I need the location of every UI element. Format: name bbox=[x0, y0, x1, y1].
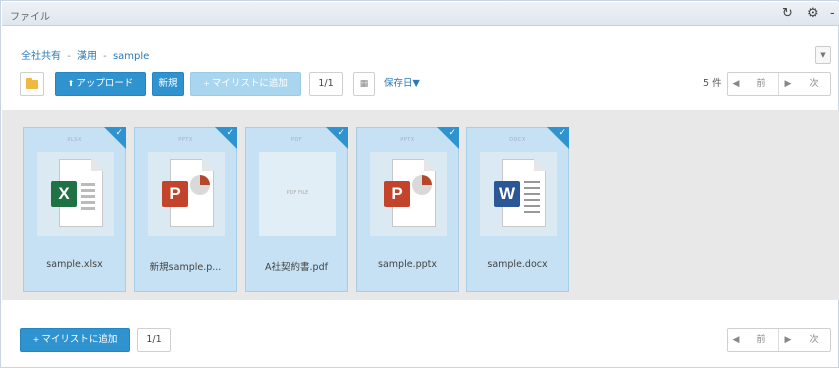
footer-pager: ◀ 前 ▶ 次 bbox=[727, 328, 831, 352]
file-thumbnail: P bbox=[148, 152, 225, 236]
file-tile-pptx[interactable]: ✓ PPTX P sample.pptx bbox=[356, 127, 459, 292]
excel-file-icon: X bbox=[51, 159, 103, 227]
file-extension: PPTX bbox=[400, 137, 415, 143]
footer-add-to-mylist-button[interactable]: + マイリストに追加 bbox=[20, 328, 130, 352]
file-tile-xlsx[interactable]: ✓ XLSX X sample.xlsx bbox=[23, 127, 126, 292]
word-file-icon: W bbox=[494, 159, 546, 227]
file-tile-docx[interactable]: ✓ DOCX W sample.docx bbox=[466, 127, 569, 292]
plus-icon: + bbox=[32, 335, 40, 344]
file-grid: ✓ XLSX X sample.xlsx ✓ PPTX P 新規sample.p… bbox=[2, 110, 839, 300]
grid-view-icon[interactable]: ▦ bbox=[353, 72, 375, 96]
folder-up-button[interactable] bbox=[20, 72, 44, 96]
top-pager: ◀ 前 ▶ 次 bbox=[727, 72, 831, 96]
file-name: sample.xlsx bbox=[46, 259, 103, 270]
file-name: sample.docx bbox=[487, 259, 548, 270]
file-thumbnail: W bbox=[480, 152, 557, 236]
next-arrow-icon[interactable]: ▶ bbox=[779, 329, 797, 351]
item-count: 5 件 bbox=[703, 78, 722, 89]
folder-icon bbox=[26, 78, 38, 89]
file-name: 新規sample.p... bbox=[149, 262, 222, 273]
prev-arrow-icon[interactable]: ◀ bbox=[728, 73, 744, 95]
powerpoint-badge: P bbox=[162, 181, 188, 207]
excel-badge: X bbox=[51, 181, 77, 207]
breadcrumb-separator: - bbox=[103, 51, 107, 62]
minimize-icon[interactable]: - bbox=[830, 6, 835, 22]
file-window: ファイル ↻ ⚙ - 全社共有 - 漢用 - sample ▼ ⬆ アップロード … bbox=[0, 0, 839, 368]
footer-page-indicator: 1/1 bbox=[137, 328, 171, 352]
breadcrumb-item-company-shared[interactable]: 全社共有 bbox=[21, 51, 61, 62]
file-thumbnail: X bbox=[37, 152, 114, 236]
powerpoint-badge: P bbox=[384, 181, 410, 207]
file-thumbnail: PDF FILE bbox=[259, 152, 336, 236]
file-name: A社契約書.pdf bbox=[265, 262, 328, 273]
title-bar: ファイル ↻ ⚙ - bbox=[2, 2, 839, 26]
plus-icon: + bbox=[203, 79, 210, 88]
powerpoint-file-icon: P bbox=[384, 159, 436, 227]
file-extension: DOCX bbox=[509, 137, 526, 143]
breadcrumb-item-folder[interactable]: 漢用 bbox=[77, 51, 97, 62]
next-button[interactable]: 次 bbox=[797, 73, 831, 95]
word-badge: W bbox=[494, 181, 520, 207]
upload-button[interactable]: ⬆ アップロード bbox=[55, 72, 146, 96]
next-button[interactable]: 次 bbox=[797, 329, 831, 351]
file-thumbnail: P bbox=[370, 152, 447, 236]
prev-button[interactable]: 前 bbox=[744, 73, 778, 95]
breadcrumb-separator: - bbox=[67, 51, 71, 62]
window-title: ファイル bbox=[10, 12, 50, 23]
pdf-thumb-text: PDF FILE bbox=[286, 190, 309, 196]
file-extension: XLSX bbox=[67, 137, 82, 143]
file-tile-pptx-new[interactable]: ✓ PPTX P 新規sample.p... bbox=[134, 127, 237, 292]
file-name: sample.pptx bbox=[378, 259, 437, 270]
gear-icon[interactable]: ⚙ bbox=[807, 6, 819, 22]
file-extension: PPTX bbox=[178, 137, 193, 143]
new-button[interactable]: 新規 bbox=[152, 72, 184, 96]
chevron-down-icon[interactable]: ▼ bbox=[815, 46, 831, 64]
next-arrow-icon[interactable]: ▶ bbox=[779, 73, 797, 95]
prev-arrow-icon[interactable]: ◀ bbox=[728, 329, 744, 351]
refresh-icon[interactable]: ↻ bbox=[782, 6, 793, 22]
breadcrumb: 全社共有 - 漢用 - sample bbox=[21, 47, 149, 62]
powerpoint-file-icon: P bbox=[162, 159, 214, 227]
breadcrumb-item-sample[interactable]: sample bbox=[113, 51, 149, 62]
file-tile-pdf[interactable]: ✓ PDF PDF FILE A社契約書.pdf bbox=[245, 127, 348, 292]
file-extension: PDF bbox=[290, 137, 303, 143]
prev-button[interactable]: 前 bbox=[744, 329, 778, 351]
add-to-mylist-button[interactable]: + マイリストに追加 bbox=[190, 72, 301, 96]
page-indicator: 1/1 bbox=[309, 72, 343, 96]
upload-icon: ⬆ bbox=[67, 79, 75, 88]
sort-dropdown[interactable]: 保存日▼ bbox=[384, 72, 420, 96]
